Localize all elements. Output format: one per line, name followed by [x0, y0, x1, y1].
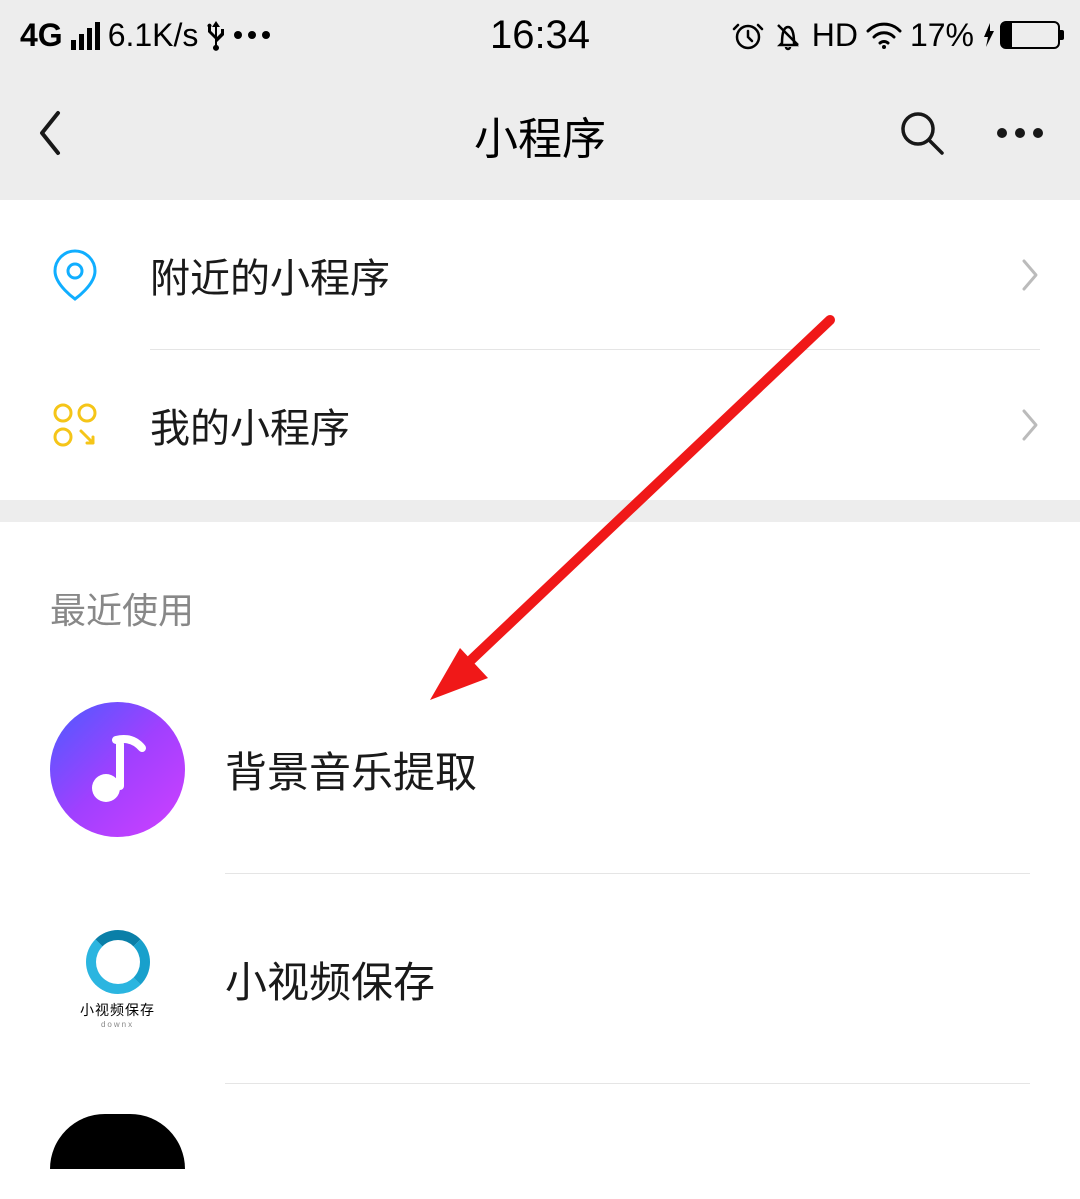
recent-app-third[interactable]	[0, 1084, 1080, 1199]
section-gap	[0, 500, 1080, 522]
search-button[interactable]	[898, 109, 946, 162]
chevron-left-icon	[36, 109, 64, 157]
app-label-video: 小视频保存	[225, 949, 435, 1010]
status-left: 4G 6.1K/s	[20, 17, 270, 54]
search-icon	[898, 109, 946, 157]
usb-icon	[206, 19, 226, 51]
clock: 16:34	[490, 13, 590, 58]
status-bar: 4G 6.1K/s 16:34 HD 17%	[0, 0, 1080, 70]
battery-percent: 17%	[910, 17, 974, 54]
apps-icon	[51, 401, 99, 449]
more-horizontal-icon	[996, 127, 1044, 139]
wifi-icon	[866, 19, 902, 51]
app-icon-music	[50, 702, 185, 837]
data-speed: 6.1K/s	[108, 17, 199, 54]
chevron-right-icon	[1020, 257, 1040, 293]
nav-bar: 小程序	[0, 70, 1080, 200]
nearby-label: 附近的小程序	[150, 246, 390, 304]
music-note-icon	[88, 734, 148, 804]
my-miniapps-row[interactable]: 我的小程序	[0, 350, 1080, 500]
back-button[interactable]	[36, 109, 64, 162]
app-icon-caption: 小视频保存	[80, 1000, 155, 1020]
network-label: 4G	[20, 17, 63, 54]
more-button[interactable]	[996, 126, 1044, 144]
app-icon-sub: downx	[101, 1020, 134, 1029]
battery-icon	[1000, 21, 1060, 49]
recent-header: 最近使用	[0, 522, 1080, 664]
charging-icon	[982, 21, 996, 49]
hd-label: HD	[812, 17, 858, 54]
recent-app-video[interactable]: 小视频保存 downx 小视频保存	[0, 874, 1080, 1084]
app-label-music: 背景音乐提取	[225, 739, 477, 800]
more-dots-icon	[234, 31, 270, 39]
page-title: 小程序	[474, 103, 606, 167]
nearby-miniapps-row[interactable]: 附近的小程序	[0, 200, 1080, 350]
my-label: 我的小程序	[150, 396, 350, 454]
menu-group: 附近的小程序 我的小程序	[0, 200, 1080, 500]
recent-app-music[interactable]: 背景音乐提取	[0, 664, 1080, 874]
mute-bell-icon	[772, 19, 804, 51]
chevron-right-icon	[1020, 407, 1040, 443]
app-icon-video: 小视频保存 downx	[50, 912, 185, 1047]
signal-icon	[71, 20, 100, 50]
location-pin-icon	[53, 249, 97, 301]
status-right: HD 17%	[732, 17, 1060, 54]
ring-icon	[86, 930, 150, 994]
alarm-icon	[732, 19, 764, 51]
app-icon-black	[50, 1114, 185, 1169]
